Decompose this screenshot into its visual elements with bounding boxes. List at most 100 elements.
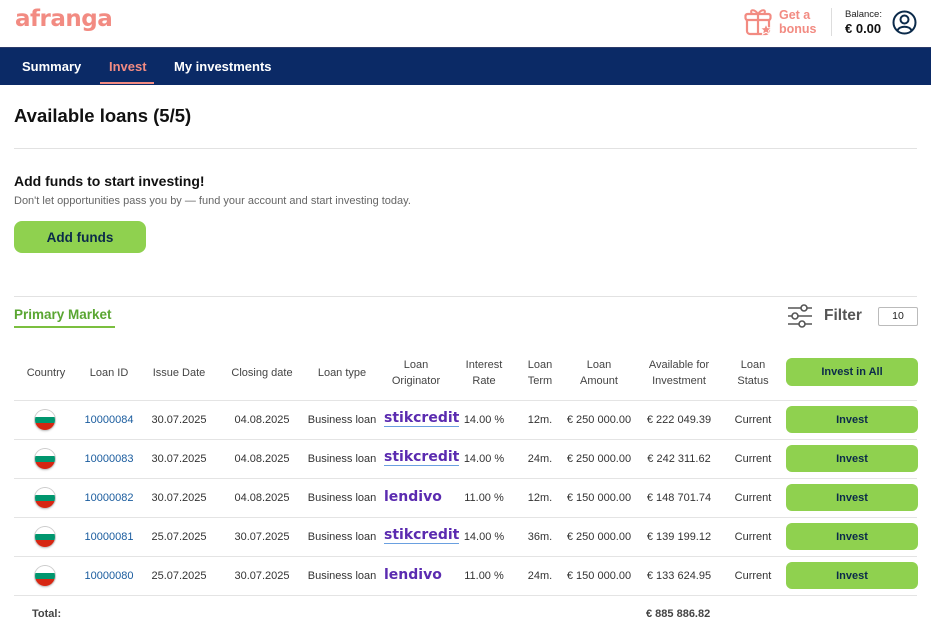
closing-date: 04.08.2025 [234,492,290,504]
header-interest-rate-line2: Rate [472,375,496,387]
lendivo-logo: lendivo [384,489,442,505]
header-loan-type: Loan type [317,367,367,379]
loan-id-link[interactable]: 10000084 [84,414,134,426]
header-country: Country [26,367,66,379]
header-loan-status-line1: Loan [740,359,766,371]
header-loan-originator-line2: Originator [391,375,441,387]
loan-term: 12m. [527,414,553,426]
stikcredit-logo: stikcredit [384,449,460,466]
nav-summary[interactable]: Summary [22,48,81,85]
issue-date: 25.07.2025 [151,531,207,543]
closing-date: 30.07.2025 [234,570,290,582]
loan-term: 24m. [527,453,553,465]
interest-rate: 11.00 % [464,492,504,504]
top-header: afranga Get a bonus Balance: € 0.00 [0,0,931,47]
header-loan-term-line1: Loan [527,359,553,371]
loan-type: Business loan [307,453,377,465]
loan-term: 12m. [527,492,553,504]
header-loan-amount-line1: Loan [586,359,612,371]
gift-icon [744,9,773,36]
loan-id-link[interactable]: 10000082 [84,492,134,504]
loan-type: Business loan [307,570,377,582]
invest-button[interactable]: Invest [786,406,918,433]
interest-rate: 11.00 % [464,570,504,582]
primary-market-underline [14,326,115,328]
filter-button[interactable]: Filter [824,307,862,325]
divider [14,148,917,149]
bulgaria-flag-icon [35,449,55,469]
available-amount: € 222 049.39 [646,414,712,426]
header-loan-originator-line1: Loan [403,359,429,371]
page-title: Available loans (5/5) [14,105,192,126]
loan-status: Current [734,570,772,582]
nav-invest[interactable]: Invest [109,48,147,85]
bulgaria-flag-icon [35,566,55,586]
interest-rate: 14.00 % [463,531,505,543]
row-divider [14,517,917,518]
loan-id-link[interactable]: 10000080 [84,570,134,582]
invest-button[interactable]: Invest [786,445,918,472]
loan-id-link[interactable]: 10000081 [84,531,134,543]
loan-type: Business loan [307,492,377,504]
loan-term: 36m. [527,531,553,543]
invest-button[interactable]: Invest [786,484,918,511]
loan-term: 24m. [527,570,553,582]
total-label: Total: [32,608,62,620]
closing-date: 04.08.2025 [234,414,290,426]
interest-rate: 14.00 % [463,453,505,465]
nav-my-investments[interactable]: My investments [174,48,272,85]
row-divider [14,595,917,596]
header-loan-status-line2: Status [737,375,769,387]
available-amount: € 242 311.62 [647,453,711,465]
stikcredit-logo: stikcredit [384,527,460,544]
header-closing-date: Closing date [231,367,293,379]
user-circle-icon[interactable] [892,10,917,35]
header-loan-term-line2: Term [527,375,553,387]
header-separator [831,8,832,36]
header-loan-amount: Loan Amount [570,357,628,389]
bonus-line-1: Get a [779,8,811,22]
loan-status: Current [734,414,772,426]
available-amount: € 148 701.74 [646,492,712,504]
row-divider [14,439,917,440]
balance-label: Balance: [845,9,882,20]
loan-status: Current [734,492,772,504]
get-bonus-button[interactable]: Get a bonus [744,6,818,38]
afranga-logo[interactable]: afranga [15,6,113,32]
invest-button[interactable]: Invest [786,562,918,589]
page-size-input[interactable]: 10 [878,307,918,326]
balance: Balance: € 0.00 [845,9,882,36]
available-amount: € 133 624.95 [646,570,712,582]
nav-active-indicator [100,82,154,84]
loan-amount: € 250 000.00 [566,414,632,426]
total-value: € 885 886.82 [646,608,711,620]
row-divider [14,400,917,401]
primary-market-tab[interactable]: Primary Market [14,307,112,322]
header-loan-amount-line2: Amount [580,375,618,387]
bonus-line-2: bonus [779,22,817,36]
sliders-icon[interactable] [787,304,813,328]
loan-status: Current [734,453,772,465]
header-loan-id: Loan ID [89,367,129,379]
loan-status: Current [734,531,772,543]
invest-in-all-button[interactable]: Invest in All [786,358,918,386]
funds-title: Add funds to start investing! [14,173,205,189]
header-available-line1: Available for [648,359,710,371]
loan-amount: € 150 000.00 [566,570,632,582]
loan-amount: € 250 000.00 [566,531,632,543]
closing-date: 30.07.2025 [234,531,290,543]
divider [14,296,917,297]
header-available: Available for Investment [640,357,718,389]
closing-date: 04.08.2025 [234,453,290,465]
header-interest-rate-line1: Interest [465,359,503,371]
bulgaria-flag-icon [35,527,55,547]
lendivo-logo: lendivo [384,567,442,583]
header-interest-rate: Interest Rate [460,357,508,389]
invest-button[interactable]: Invest [786,523,918,550]
header-issue-date: Issue Date [152,367,206,379]
available-amount: € 139 199.12 [646,531,712,543]
loan-id-link[interactable]: 10000083 [84,453,134,465]
loan-amount: € 150 000.00 [566,492,632,504]
balance-value: € 0.00 [845,21,882,36]
add-funds-button[interactable]: Add funds [14,221,146,253]
